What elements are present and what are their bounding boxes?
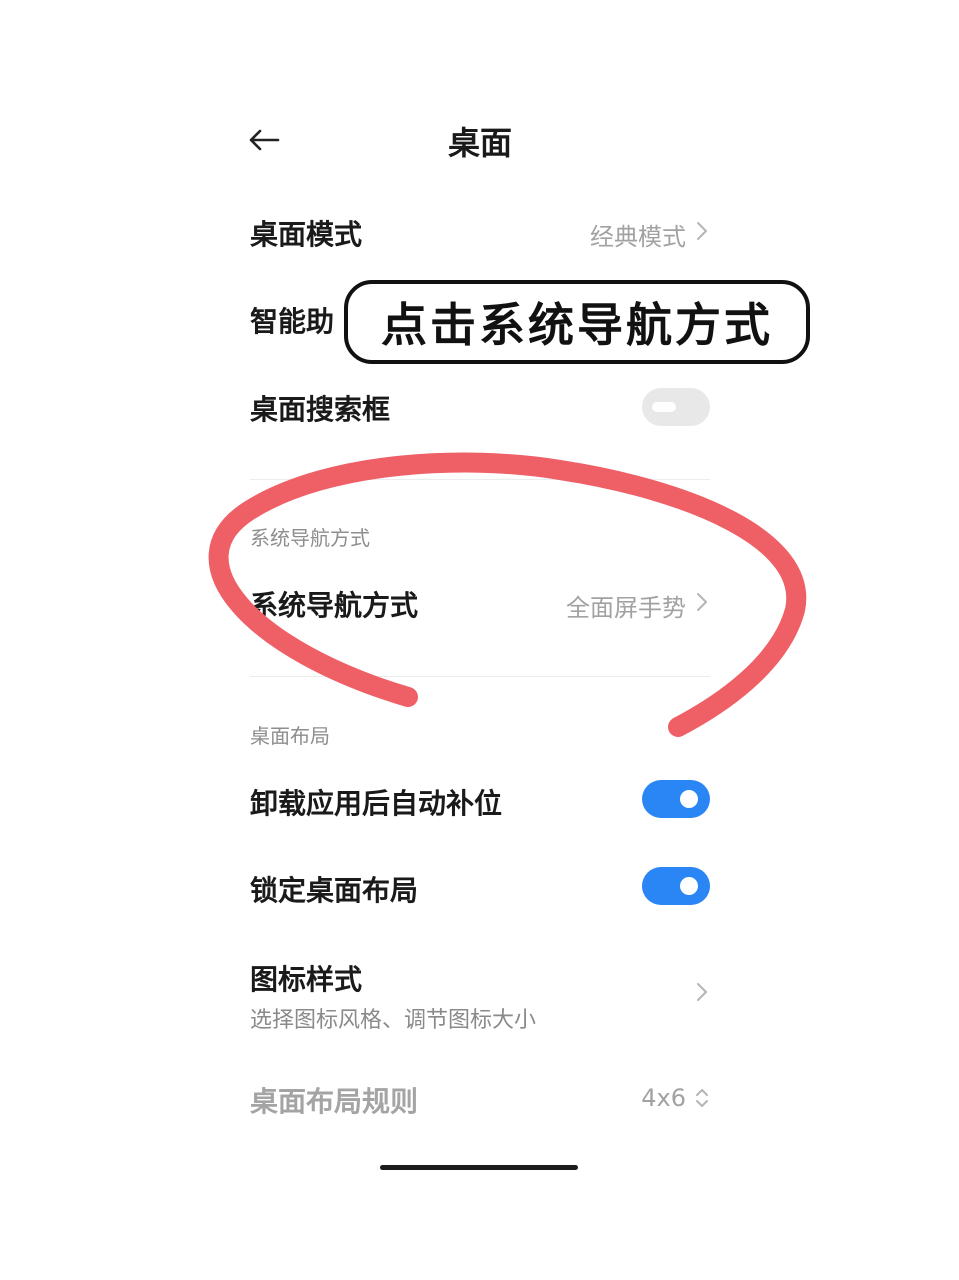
- layout-rule-row[interactable]: 桌面布局规则 4x6: [240, 1072, 720, 1128]
- smart-assistant-label[interactable]: 智能助: [250, 300, 334, 340]
- icon-style-subtitle: 选择图标风格、调节图标大小: [250, 1008, 537, 1033]
- divider: [250, 479, 710, 480]
- lock-layout-label: 锁定桌面布局: [250, 874, 419, 907]
- search-box-toggle[interactable]: [642, 388, 710, 426]
- nav-mode-value: 全面屏手势: [566, 594, 686, 622]
- toggle-knob: [680, 877, 698, 895]
- layout-rule-value: 4x6: [641, 1084, 686, 1112]
- lock-layout-toggle[interactable]: [642, 867, 710, 905]
- back-arrow-icon[interactable]: [246, 122, 282, 158]
- nav-mode-label: 系统导航方式: [250, 589, 419, 622]
- desktop-mode-value: 经典模式: [590, 223, 686, 251]
- home-indicator[interactable]: [380, 1165, 578, 1170]
- layout-rule-label: 桌面布局规则: [250, 1085, 419, 1118]
- chevron-right-icon: [697, 983, 707, 1001]
- chevron-right-icon: [697, 593, 707, 611]
- layout-section-header: 桌面布局: [250, 724, 330, 748]
- desktop-mode-label: 桌面模式: [250, 218, 363, 251]
- toggle-knob: [680, 790, 698, 808]
- desktop-mode-row[interactable]: 桌面模式 经典模式: [240, 205, 720, 261]
- toggle-knob: [652, 402, 676, 412]
- auto-fill-toggle[interactable]: [642, 780, 710, 818]
- icon-style-row[interactable]: 图标样式 选择图标风格、调节图标大小: [240, 950, 720, 1036]
- page-title: 桌面: [447, 124, 512, 162]
- chevron-right-icon: [697, 222, 707, 240]
- nav-mode-row[interactable]: 系统导航方式 全面屏手势: [240, 576, 720, 632]
- auto-fill-label: 卸载应用后自动补位: [250, 787, 503, 820]
- divider: [250, 676, 710, 677]
- nav-section-header: 系统导航方式: [250, 526, 370, 550]
- callout-bubble: 点击系统导航方式: [344, 280, 810, 364]
- search-box-label: 桌面搜索框: [250, 393, 391, 426]
- updown-chevron-icon: [696, 1089, 708, 1107]
- icon-style-label: 图标样式: [250, 963, 363, 996]
